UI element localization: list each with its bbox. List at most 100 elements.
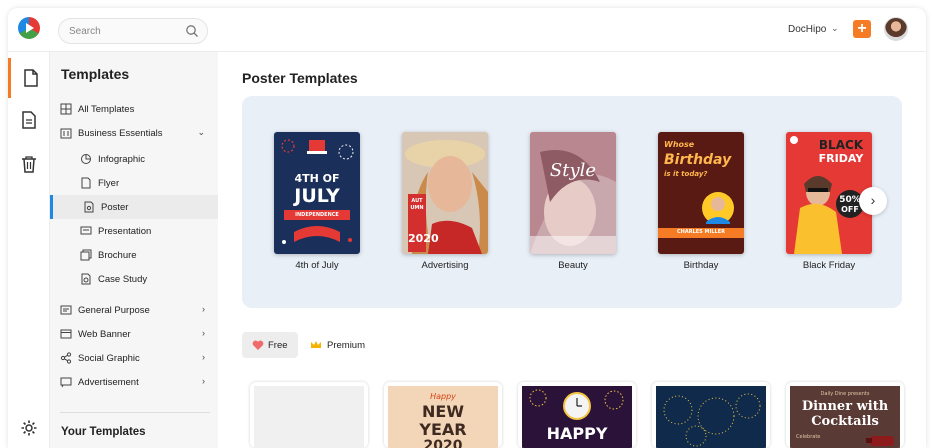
sidebar-item-web-banner[interactable]: Web Banner › <box>50 322 218 346</box>
user-avatar[interactable] <box>884 17 908 41</box>
card-text: BLACK <box>818 138 864 152</box>
sidebar-item-flyer[interactable]: Flyer <box>50 171 218 195</box>
search-input[interactable]: Search <box>58 18 208 44</box>
card-text: Celebrate <box>796 434 821 440</box>
card-text: 4TH OF <box>294 172 340 185</box>
card-text: is it today? <box>664 170 708 178</box>
card-text: NEW <box>422 402 464 421</box>
rail-settings[interactable] <box>8 408 50 448</box>
sidebar-item-social-graphic[interactable]: Social Graphic › <box>50 346 218 370</box>
sidebar-item-label: Business Essentials <box>78 127 163 139</box>
sidebar-item-brochure[interactable]: Brochure <box>50 243 218 267</box>
template-card-black-friday[interactable]: BLACK FRIDAY 50% OFF <box>786 132 872 254</box>
chevron-down-icon[interactable]: ⌄ <box>197 127 205 138</box>
card-text: Cocktails <box>811 414 879 429</box>
app-logo-icon[interactable] <box>18 17 40 39</box>
beauty-photo <box>530 132 616 254</box>
gold-fireworks-art <box>663 393 761 447</box>
card-text: YEAR <box>419 420 467 439</box>
search-icon[interactable] <box>185 24 199 38</box>
template-thumbnail[interactable]: HAPPY <box>518 382 636 448</box>
sidebar-item-business-essentials[interactable]: Business Essentials ⌄ <box>50 121 218 145</box>
gear-icon <box>21 420 37 436</box>
search-placeholder: Search <box>69 26 101 37</box>
sidebar-item-general-purpose[interactable]: General Purpose › <box>50 298 218 322</box>
template-thumbnail[interactable] <box>250 382 368 448</box>
rail-templates[interactable] <box>8 58 50 98</box>
flyer-icon <box>80 177 92 189</box>
card-text: Style <box>549 160 597 181</box>
rail-documents[interactable] <box>8 100 50 140</box>
template-card-beauty[interactable]: Style <box>530 132 616 254</box>
template-label[interactable]: Black Friday <box>769 260 889 271</box>
sidebar-item-label: Web Banner <box>78 328 131 340</box>
sidebar-item-label: Brochure <box>98 249 137 261</box>
card-text: Whose <box>664 140 695 149</box>
sidebar-item-label: Infographic <box>98 153 146 165</box>
app-window: Search DocHipo ⌄ + Templates All Templat… <box>8 8 926 448</box>
trash-icon <box>22 156 36 173</box>
sidebar-item-label: Poster <box>101 201 129 213</box>
chevron-right-icon[interactable]: › <box>202 352 205 362</box>
rail-trash[interactable] <box>8 144 50 184</box>
card-text: Daily Dine presents <box>820 391 870 397</box>
template-thumbnail[interactable]: Daily Dine presents Dinner with Cocktail… <box>786 382 904 448</box>
chart-icon <box>80 153 92 165</box>
sidebar-item-label: Presentation <box>98 225 152 237</box>
top-bar: Search DocHipo ⌄ + <box>8 8 926 52</box>
template-label[interactable]: Advertising <box>385 260 505 271</box>
wine-bottle-art <box>866 436 894 446</box>
sidebar-item-label: Social Graphic <box>78 352 140 364</box>
case-study-icon <box>80 273 92 285</box>
sidebar-item-all-templates[interactable]: All Templates <box>50 97 218 121</box>
sidebar-item-label: Advertisement <box>78 376 139 388</box>
sidebar-item-infographic[interactable]: Infographic <box>50 147 218 171</box>
filter-free[interactable]: Free <box>242 332 298 358</box>
thumbnail-placeholder <box>254 386 364 448</box>
share-icon <box>60 352 72 364</box>
card-text: Dinner with <box>801 399 889 414</box>
template-card-birthday[interactable]: Whose Birthday is it today? CHARLES MILL… <box>658 132 744 254</box>
thumbnail-image: HAPPY <box>522 386 632 448</box>
sidebar-item-presentation[interactable]: Presentation <box>50 219 218 243</box>
sidebar-item-advertisement[interactable]: Advertisement › <box>50 370 218 394</box>
chevron-down-icon[interactable]: ⌄ <box>831 23 839 34</box>
filter-label: Premium <box>327 339 366 351</box>
create-new-button[interactable]: + <box>853 20 871 38</box>
file-lines-icon <box>22 111 36 129</box>
sidebar-item-label: Flyer <box>98 177 120 189</box>
template-label[interactable]: Birthday <box>641 260 761 271</box>
template-card-4th-of-july[interactable]: 4TH OF JULY INDEPENDENCE <box>274 132 360 254</box>
heart-icon <box>252 340 264 350</box>
card-text: Birthday <box>664 152 732 168</box>
card-text: 2020 <box>408 232 439 245</box>
filter-premium[interactable]: Premium <box>300 332 375 358</box>
template-thumbnail[interactable]: Happy NEW YEAR 2020 <box>384 382 502 448</box>
card-text: CHARLES MILLER <box>677 229 725 235</box>
thumbnail-image: Happy NEW YEAR 2020 <box>388 386 498 448</box>
template-card-advertising[interactable]: AUTUMN 2020 <box>402 132 488 254</box>
chevron-right-icon[interactable]: › <box>202 304 205 314</box>
template-label[interactable]: Beauty <box>513 260 633 271</box>
card-text: HAPPY <box>546 424 608 443</box>
templates-sidebar: Templates All Templates Business Essenti… <box>50 52 218 448</box>
sidebar-divider <box>60 412 210 413</box>
thumbnail-image: Daily Dine presents Dinner with Cocktail… <box>790 386 900 448</box>
building-icon <box>60 127 72 139</box>
card-text: INDEPENDENCE <box>284 210 350 220</box>
sidebar-item-case-study[interactable]: Case Study <box>50 267 218 291</box>
presentation-icon <box>80 225 92 237</box>
sidebar-item-poster[interactable]: Poster <box>50 195 218 219</box>
account-selector[interactable]: DocHipo <box>788 24 826 35</box>
chevron-right-icon[interactable]: › <box>202 376 205 386</box>
template-thumbnail[interactable] <box>652 382 770 448</box>
card-text: JULY <box>294 185 340 207</box>
page-title: Poster Templates <box>242 70 358 86</box>
chevron-right-icon[interactable]: › <box>202 328 205 338</box>
carousel-next-button[interactable]: › <box>859 187 887 215</box>
thumbnail-image <box>656 386 766 448</box>
brochure-icon <box>80 249 92 261</box>
your-templates-heading[interactable]: Your Templates <box>61 426 146 438</box>
template-label[interactable]: 4th of July <box>257 260 377 271</box>
filter-label: Free <box>268 339 288 351</box>
